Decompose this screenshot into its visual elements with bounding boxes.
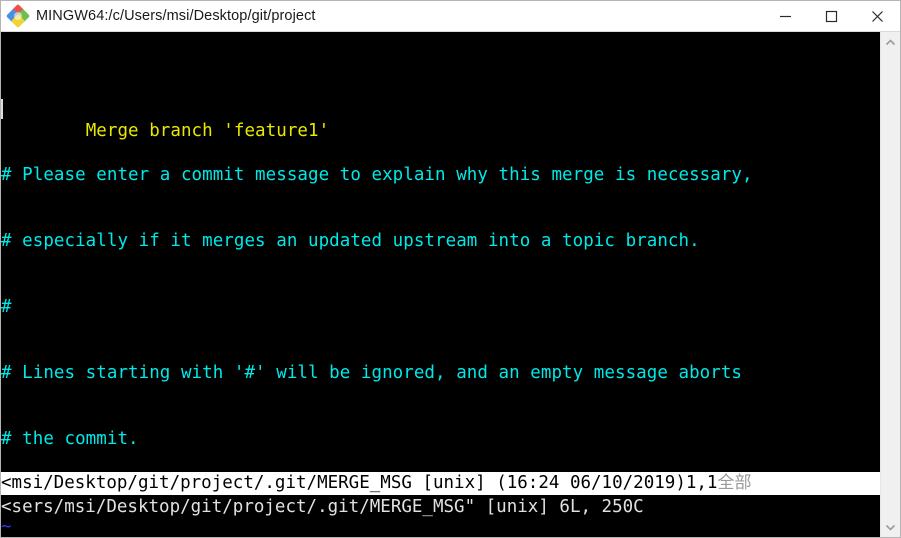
vim-message: <sers/msi/Desktop/git/project/.git/MERGE… [1, 497, 644, 517]
buffer-line: # especially if it merges an updated ups… [1, 230, 880, 252]
vim-command-line[interactable]: <sers/msi/Desktop/git/project/.git/MERGE… [1, 495, 880, 519]
commit-subject-line: Merge branch 'feature1' [85, 121, 330, 141]
maximize-icon [825, 10, 837, 22]
buffer-line: # [1, 296, 880, 318]
close-icon [871, 10, 883, 22]
chevron-down-icon [885, 524, 896, 531]
scroll-down-button[interactable] [881, 516, 901, 537]
text-cursor [1, 99, 3, 119]
minimize-button[interactable] [762, 1, 808, 31]
mingw-diamond-icon [5, 3, 31, 29]
buffer-line: # the commit. [1, 428, 880, 450]
window-title: MINGW64:/c/Users/msi/Desktop/git/project [36, 8, 316, 24]
buffer-line: Merge branch 'feature1' [1, 98, 880, 141]
buffer-line: # Lines starting with '#' will be ignore… [1, 362, 880, 384]
tilde-marker: ~ [1, 517, 12, 537]
mingw64-terminal-window: MINGW64:/c/Users/msi/Desktop/git/project [0, 0, 901, 538]
chevron-up-icon [885, 39, 896, 46]
comment-line: # especially if it merges an updated ups… [1, 231, 700, 251]
close-button[interactable] [854, 1, 900, 31]
vim-status-line: <msi/Desktop/git/project/.git/MERGE_MSG … [1, 472, 880, 495]
scrollbar-track[interactable] [881, 54, 901, 516]
terminal-viewport[interactable]: Merge branch 'feature1' # Please enter a… [1, 32, 880, 537]
filler-line: ~ [1, 516, 880, 537]
minimize-icon [779, 15, 791, 17]
buffer-line: # Please enter a commit message to expla… [1, 164, 880, 186]
scroll-up-button[interactable] [881, 32, 901, 54]
window-controls [762, 1, 900, 31]
vertical-scrollbar[interactable] [880, 32, 901, 537]
comment-line: # Please enter a commit message to expla… [1, 165, 753, 185]
title-bar: MINGW64:/c/Users/msi/Desktop/git/project [1, 1, 900, 32]
comment-line: # Lines starting with '#' will be ignore… [1, 363, 743, 383]
maximize-button[interactable] [808, 1, 854, 31]
status-timestamp: (16:24 06/10/2019) [496, 473, 686, 493]
status-ruler: 1,1 [685, 473, 718, 493]
comment-line: # the commit. [1, 429, 139, 449]
status-scroll-percent: 全部 [717, 473, 752, 493]
status-fileformat: [unix] [411, 473, 497, 493]
comment-line: # [1, 297, 12, 317]
status-file-path: <msi/Desktop/git/project/.git/MERGE_MSG [1, 473, 412, 493]
vim-screen: Merge branch 'feature1' # Please enter a… [1, 32, 880, 537]
